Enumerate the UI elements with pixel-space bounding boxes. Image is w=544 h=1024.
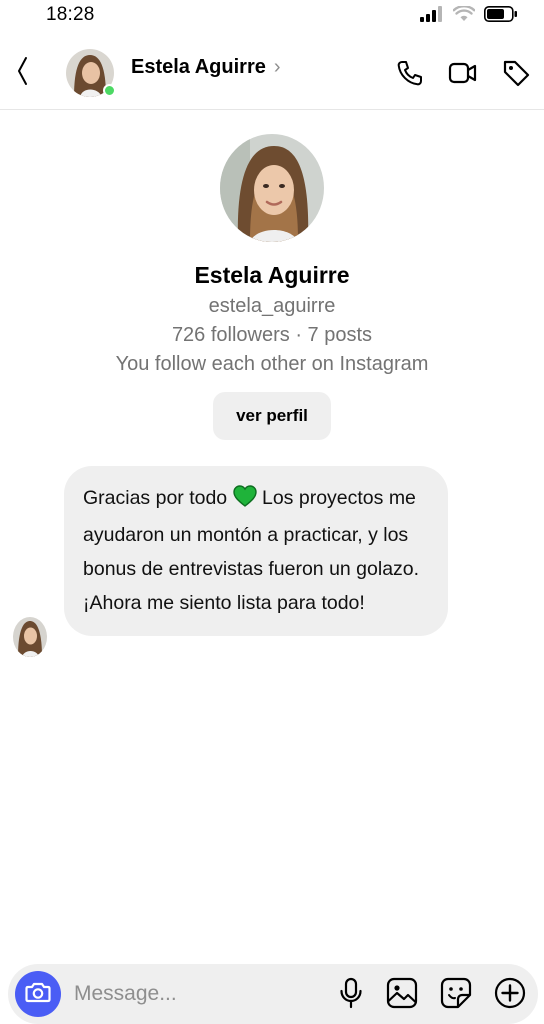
sticker-icon[interactable] [440,977,472,1014]
profile-portrait [220,134,324,242]
phone-icon[interactable] [396,59,424,92]
contact-name-link[interactable]: Estela Aguirre › [131,56,281,79]
message-input[interactable] [74,978,304,1010]
header-actions [396,58,530,93]
back-button[interactable] [10,56,34,90]
contact-name: Estela Aguirre [131,56,266,78]
message-bubble[interactable]: Gracias por todo Los proyectos me ayudar… [64,466,448,636]
wifi-icon [452,5,476,27]
status-icons [420,5,518,27]
composer-actions [338,977,526,1014]
add-icon[interactable] [494,977,526,1014]
profile-card: Estela Aguirre estela_aguirre 726 follow… [0,134,544,440]
status-bar: 18:28 [0,0,544,32]
green-heart-emoji [232,484,257,518]
video-camera-icon[interactable] [448,59,478,92]
microphone-icon[interactable] [338,977,364,1014]
view-profile-button[interactable]: ver perfil [213,392,331,440]
cellular-signal-icon [420,6,444,27]
contact-avatar[interactable] [66,49,116,97]
status-time: 18:28 [46,4,95,25]
message-composer [8,964,538,1024]
chevron-right-icon: › [273,56,281,78]
battery-icon [484,6,518,27]
profile-avatar[interactable] [220,134,324,242]
chat-header: Estela Aguirre › [0,38,544,110]
online-status-dot [103,84,116,97]
sender-avatar[interactable] [13,617,47,657]
camera-button[interactable] [15,971,61,1017]
message-text-part: Gracias por todo [83,487,233,509]
sender-portrait [13,617,47,657]
profile-username: estela_aguirre [208,295,336,317]
follow-status: You follow each other on Instagram [115,353,429,375]
chevron-left-icon [15,56,29,91]
image-icon[interactable] [386,977,418,1014]
camera-icon [25,981,51,1008]
profile-name: Estela Aguirre [194,262,350,288]
profile-stats: 726 followers · 7 posts [171,324,373,346]
tag-icon[interactable] [502,58,530,93]
